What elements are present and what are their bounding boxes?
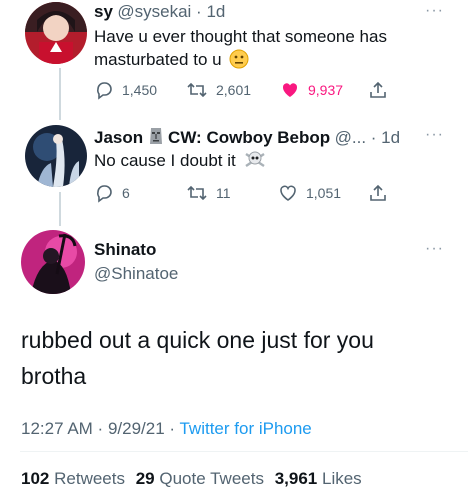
tweet-date[interactable]: 9/29/21 (108, 419, 165, 438)
source-link[interactable]: Twitter for iPhone (179, 419, 311, 438)
share-icon (370, 81, 386, 98)
tweet1-header: sy @sysekai · 1d (94, 2, 226, 21)
more-options-icon[interactable]: ··· (425, 126, 444, 144)
like-button[interactable]: 1,051 (278, 183, 341, 203)
reply-icon (97, 82, 112, 100)
quote-tweets-stat[interactable]: 29 Quote Tweets (136, 469, 264, 488)
retweet-count: 11 (216, 185, 231, 201)
reply-icon (97, 185, 112, 203)
tweet-text-line: Have u ever thought that someone has (94, 27, 387, 46)
retweet-count: 2,601 (216, 82, 252, 98)
retweets-label: Retweets (54, 469, 125, 488)
tweet-text-line: brotha (21, 363, 87, 389)
tweet-text-line: No cause I doubt it (94, 151, 236, 170)
retweets-stat[interactable]: 102 Retweets (21, 469, 125, 488)
more-options-icon[interactable]: ··· (425, 2, 444, 20)
retweet-icon (187, 82, 207, 98)
tweet-time[interactable]: 12:27 AM (21, 419, 93, 438)
tweet-text-line: rubbed out a quick one just for you (21, 327, 374, 353)
retweet-icon (187, 185, 207, 201)
share-button[interactable] (368, 183, 396, 203)
moai-emoji-icon (148, 126, 164, 151)
reply-button[interactable]: 6 (94, 183, 130, 203)
avatar-shinato[interactable] (21, 230, 85, 294)
tweet2-text: No cause I doubt it (94, 149, 266, 176)
retweets-count: 102 (21, 469, 50, 488)
avatar-sy[interactable] (25, 2, 87, 64)
thread-line (59, 68, 61, 120)
handle[interactable]: @... (335, 128, 366, 147)
reply-button[interactable]: 1,450 (94, 80, 157, 100)
quote-tweets-count: 29 (135, 469, 155, 488)
timestamp[interactable]: 1d (206, 2, 225, 21)
display-name[interactable]: Jason (94, 128, 143, 147)
likes-stat[interactable]: 3,961 Likes (275, 469, 362, 488)
quote-tweets-label: Quote Tweets (159, 469, 264, 488)
share-button[interactable] (368, 80, 396, 100)
avatar-jason[interactable] (25, 125, 87, 187)
tweet1-text: Have u ever thought that someone has mas… (94, 25, 387, 75)
tweet2-header: Jason CW: Cowboy Bebop @... · 1d (94, 126, 400, 151)
like-button[interactable]: 9,937 (280, 80, 343, 100)
divider (20, 451, 468, 452)
neutral-face-emoji-icon (229, 49, 249, 75)
skull-crossbones-emoji-icon (244, 150, 266, 176)
reply-count: 6 (122, 185, 130, 201)
handle[interactable]: @sysekai (117, 2, 191, 21)
display-name-suffix[interactable]: CW: Cowboy Bebop (168, 128, 330, 147)
tweet-meta: 12:27 AM · 9/29/21 · Twitter for iPhone (21, 419, 312, 438)
timestamp[interactable]: 1d (381, 128, 400, 147)
retweet-button[interactable]: 2,601 (186, 80, 251, 100)
display-name[interactable]: sy (94, 2, 113, 21)
heart-outline-icon (280, 185, 296, 201)
reply-count: 1,450 (122, 82, 158, 98)
retweet-button[interactable]: 11 (186, 183, 231, 203)
more-options-icon[interactable]: ··· (425, 240, 444, 258)
like-count: 1,051 (306, 185, 342, 201)
share-icon (370, 184, 386, 201)
heart-filled-icon (282, 83, 298, 97)
display-name[interactable]: Shinato (94, 240, 156, 260)
likes-label: Likes (321, 469, 362, 488)
likes-count: 3,961 (274, 469, 318, 488)
like-count: 9,937 (308, 82, 344, 98)
thread-line (59, 192, 61, 226)
main-tweet-text: rubbed out a quick one just for you brot… (21, 322, 374, 394)
tweet-text-line: masturbated to u (94, 50, 222, 69)
tweet-stats: 102 Retweets 29 Quote Tweets 3,961 Likes (21, 469, 362, 489)
handle[interactable]: @Shinatoe (94, 264, 178, 284)
